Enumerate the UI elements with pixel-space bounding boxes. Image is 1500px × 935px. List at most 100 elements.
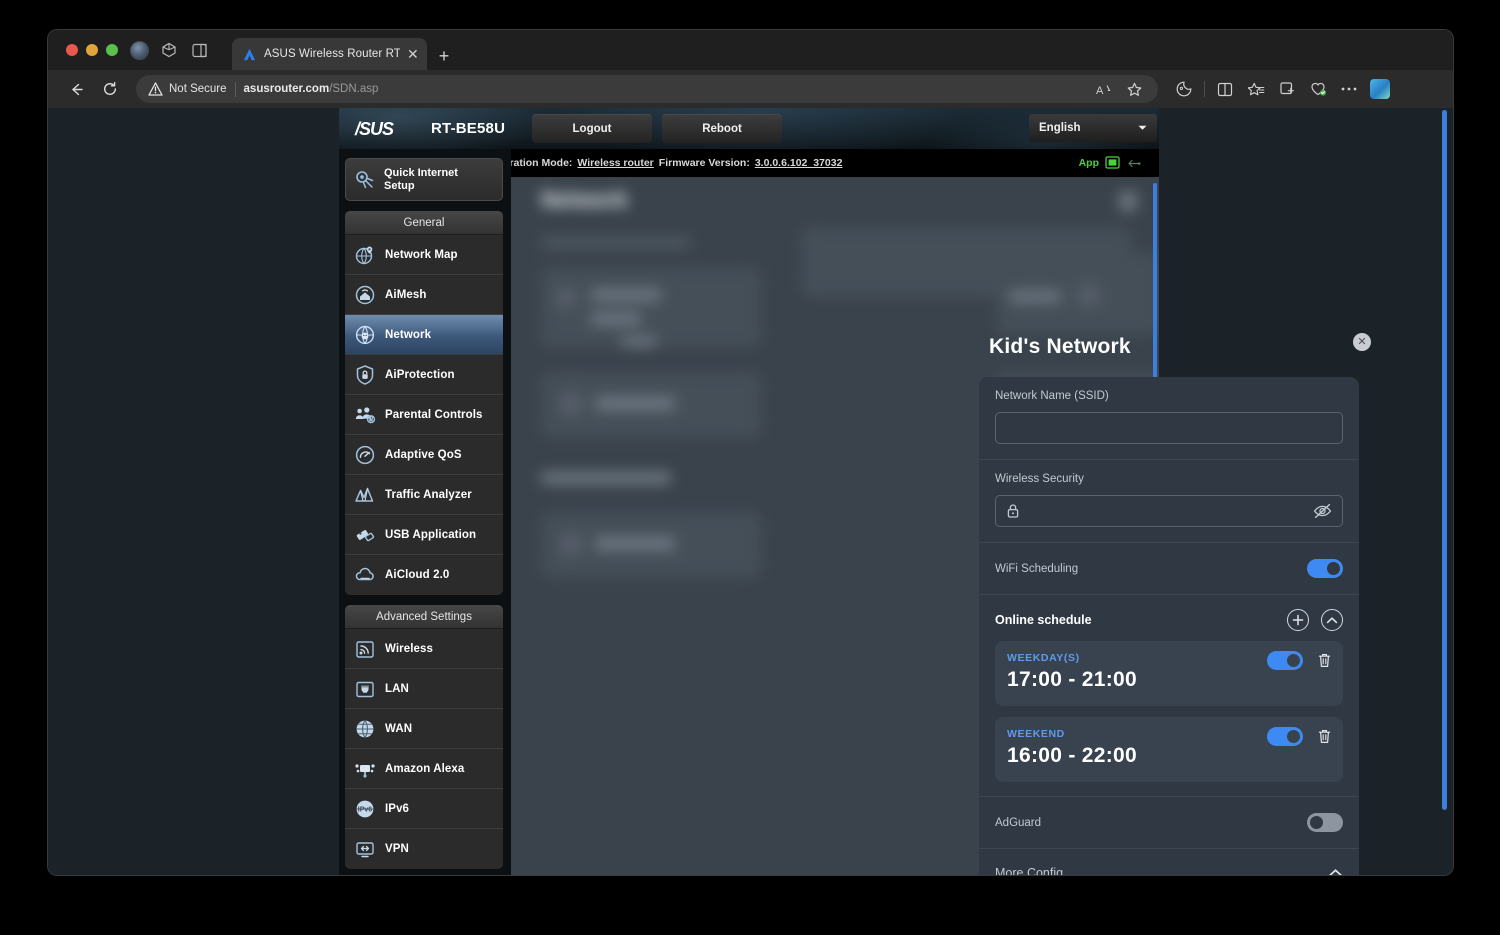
firmware-value[interactable]: 3.0.0.6.102_37032 xyxy=(755,157,843,169)
usb-icon[interactable] xyxy=(1126,157,1141,170)
close-icon[interactable]: ✕ xyxy=(1353,333,1371,351)
dialog-body: Network Name (SSID) Wireless Security Wi… xyxy=(979,377,1359,875)
ssid-input[interactable] xyxy=(995,412,1343,444)
shopping-icon[interactable] xyxy=(1304,75,1332,103)
reboot-button[interactable]: Reboot xyxy=(662,114,782,143)
toolbar-divider xyxy=(1204,81,1205,97)
profile-avatar-button[interactable] xyxy=(124,30,154,70)
card-text xyxy=(591,289,661,301)
sidebar-item-usb-application[interactable]: USB Application xyxy=(345,515,503,555)
close-window-button[interactable] xyxy=(66,44,78,56)
avatar xyxy=(129,40,149,60)
trash-icon[interactable] xyxy=(1317,728,1332,745)
copilot-button[interactable] xyxy=(1366,75,1394,103)
reload-button[interactable] xyxy=(96,75,124,103)
ssid-label: Network Name (SSID) xyxy=(995,390,1109,402)
schedule-controls xyxy=(1267,651,1332,670)
adguard-label: AdGuard xyxy=(995,816,1042,829)
browser-essentials-icon[interactable] xyxy=(1170,75,1198,103)
sidebar-item-ipv6[interactable]: IPv6 IPv6 xyxy=(345,789,503,829)
sidebar-item-label: WAN xyxy=(385,722,413,735)
wireless-security-label: Wireless Security xyxy=(995,473,1084,485)
new-tab-button[interactable]: + xyxy=(439,47,450,65)
notification-bell-icon[interactable] xyxy=(1119,191,1137,211)
page-scrollbar-thumb[interactable] xyxy=(1442,110,1447,810)
router-header: /SUS RT-BE58U Logout Reboot English xyxy=(339,108,1159,149)
sidebar-item-label: AiCloud 2.0 xyxy=(385,569,450,581)
tab-title: ASUS Wireless Router RT-BE5… xyxy=(264,48,400,60)
more-options-icon[interactable] xyxy=(1335,75,1363,103)
sidebar-item-amazon-alexa[interactable]: Amazon Alexa xyxy=(345,749,503,789)
network-map-icon xyxy=(354,244,376,266)
quick-internet-setup-icon xyxy=(354,169,376,191)
schedule-time: 17:00 - 21:00 xyxy=(1007,668,1137,691)
network-icon xyxy=(354,324,376,346)
page-scrollbar[interactable] xyxy=(1442,108,1447,875)
maximize-window-button[interactable] xyxy=(106,44,118,56)
sidebar-item-aimesh[interactable]: AiMesh xyxy=(345,275,503,315)
sidebar-item-lan[interactable]: LAN xyxy=(345,669,503,709)
network-card[interactable] xyxy=(541,267,761,347)
tab-actions-icon[interactable] xyxy=(184,30,214,70)
sidebar-group-advanced: Advanced Settings Wireless LAN WAN Amazo… xyxy=(345,605,503,869)
read-aloud-icon[interactable]: A xyxy=(1090,75,1118,103)
schedule-entry[interactable]: WEEKDAY(S) 17:00 - 21:00 xyxy=(995,641,1343,706)
adguard-toggle[interactable] xyxy=(1307,813,1343,832)
security-indicator[interactable]: Not Secure xyxy=(148,82,227,96)
address-bar[interactable]: Not Secure asusrouter.com/SDN.asp A xyxy=(136,75,1158,103)
add-schedule-button[interactable] xyxy=(1287,609,1309,631)
more-config-label: More Config xyxy=(995,866,1064,875)
sidebar-item-quick-internet-setup[interactable]: Quick Internet Setup xyxy=(345,158,503,201)
language-selector[interactable]: English xyxy=(1029,114,1157,142)
workspaces-icon[interactable] xyxy=(154,30,184,70)
logout-button[interactable]: Logout xyxy=(532,114,652,143)
online-schedule-section: Online schedule WEEKDAY(S) 17:00 - 21:00… xyxy=(979,595,1359,796)
back-button[interactable] xyxy=(62,75,90,103)
browser-extensions-icon[interactable] xyxy=(1273,75,1301,103)
sidebar-item-label: USB Application xyxy=(385,528,477,541)
collections-icon[interactable] xyxy=(1242,75,1270,103)
wifi-scheduling-label: WiFi Scheduling xyxy=(995,562,1079,575)
sidebar-item-wireless[interactable]: Wireless xyxy=(345,629,503,669)
sidebar-item-wan[interactable]: WAN xyxy=(345,709,503,749)
sidebar-item-label: Traffic Analyzer xyxy=(385,488,472,501)
page-viewport: /SUS RT-BE58U Logout Reboot English Oper… xyxy=(48,108,1453,875)
sidebar-item-label: Adaptive QoS xyxy=(385,448,462,461)
browser-tab[interactable]: ASUS Wireless Router RT-BE5… ✕ xyxy=(232,38,427,70)
sidebar-item-aiprotection[interactable]: AiProtection xyxy=(345,355,503,395)
schedule-entry[interactable]: WEEKEND 16:00 - 22:00 xyxy=(995,717,1343,782)
password-input[interactable] xyxy=(995,495,1343,527)
row-action-icon xyxy=(1077,283,1101,307)
eye-off-icon[interactable] xyxy=(1313,503,1332,519)
sidebar-item-adaptive-qos[interactable]: Adaptive QoS xyxy=(345,435,503,475)
more-config-section[interactable]: More Config xyxy=(979,849,1359,875)
sidebar-item-vpn[interactable]: VPN xyxy=(345,829,503,869)
sidebar-item-aicloud[interactable]: AiCloud 2.0 xyxy=(345,555,503,595)
sidebar-item-network[interactable]: Network xyxy=(345,315,503,355)
sidebar-item-network-map[interactable]: Network Map xyxy=(345,235,503,275)
favorite-star-icon[interactable] xyxy=(1120,75,1148,103)
split-screen-icon[interactable] xyxy=(1211,75,1239,103)
operation-mode-value[interactable]: Wireless router xyxy=(577,157,653,169)
usb-application-icon xyxy=(354,524,376,546)
aimesh-icon xyxy=(354,284,376,306)
app-links: App xyxy=(1079,149,1141,177)
sidebar-item-parental-controls[interactable]: Parental Controls xyxy=(345,395,503,435)
chevron-up-icon[interactable] xyxy=(1328,868,1343,875)
tab-close-button[interactable]: ✕ xyxy=(407,47,419,61)
not-secure-label: Not Secure xyxy=(169,83,227,95)
wifi-scheduling-toggle[interactable] xyxy=(1307,559,1343,578)
schedule-toggle[interactable] xyxy=(1267,651,1303,670)
mobile-app-icon[interactable] xyxy=(1105,156,1120,170)
dialog-title: Kid's Network xyxy=(989,335,1131,358)
card-text xyxy=(591,313,641,325)
window-traffic-lights xyxy=(58,30,124,70)
sidebar-item-label: LAN xyxy=(385,682,409,695)
minimize-window-button[interactable] xyxy=(86,44,98,56)
trash-icon[interactable] xyxy=(1317,652,1332,669)
schedule-toggle[interactable] xyxy=(1267,727,1303,746)
quick-setup-line2: Setup xyxy=(384,179,415,192)
sidebar-item-traffic-analyzer[interactable]: Traffic Analyzer xyxy=(345,475,503,515)
collapse-schedule-button[interactable] xyxy=(1321,609,1343,631)
omnibox-actions: A xyxy=(1090,75,1148,103)
